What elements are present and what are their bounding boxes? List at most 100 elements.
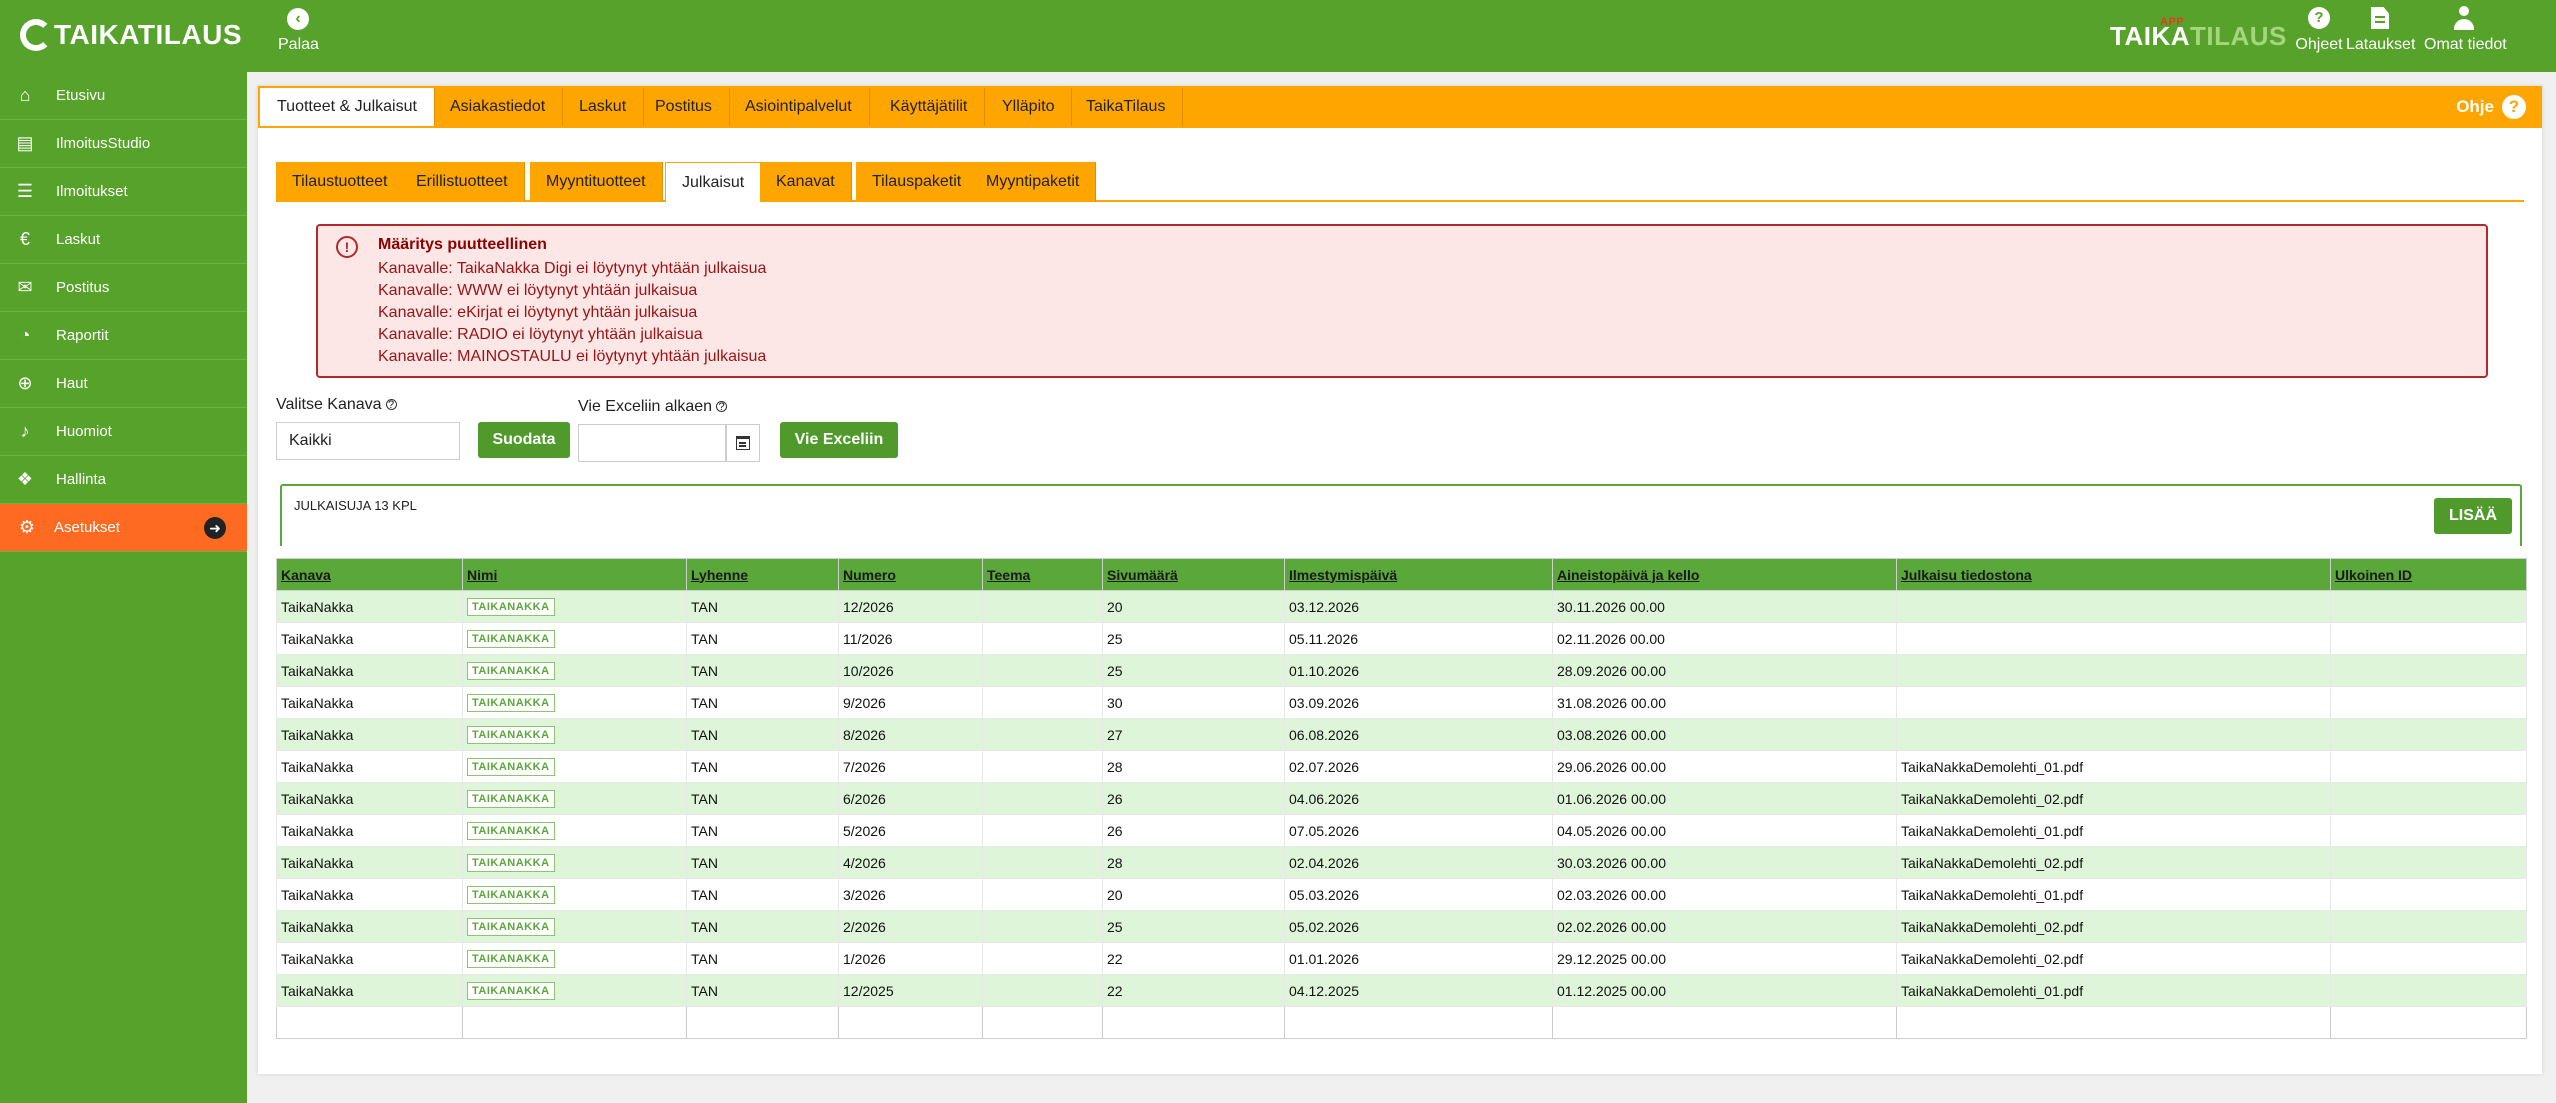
publication-name-tag[interactable]: TAIKANAKKA xyxy=(467,982,555,1000)
back-button[interactable]: ‹ Palaa xyxy=(278,8,319,62)
cell-teema xyxy=(982,942,1103,975)
top-bar: TAIKATILAUS ‹ Palaa APP TAIKA TILAUS ? Oh… xyxy=(0,0,2556,72)
cell-numero: 2/2026 xyxy=(838,910,983,943)
publication-name-tag[interactable]: TAIKANAKKA xyxy=(467,598,555,616)
cell-ilmestymispaiva: 04.12.2025 xyxy=(1284,974,1553,1007)
tab-tuotteet-julkaisut[interactable]: Tuotteet & Julkaisut xyxy=(260,88,435,126)
cell-aineistopaiva: 29.06.2026 00.00 xyxy=(1552,750,1897,783)
sidebar-item-etusivu[interactable]: ⌂ Etusivu xyxy=(0,72,247,120)
cell-kanava: TaikaNakka xyxy=(276,686,463,719)
sidebar-item-asetukset[interactable]: ⚙ Asetukset ➜ xyxy=(0,504,247,552)
table-row[interactable]: TaikaNakka TAIKANAKKA TAN 1/2026 22 01.01.202… xyxy=(276,942,2527,975)
publication-name-tag[interactable]: TAIKANAKKA xyxy=(467,886,555,904)
publication-name-tag[interactable]: TAIKANAKKA xyxy=(467,950,555,968)
arrow-right-icon[interactable]: ➜ xyxy=(204,516,226,539)
tab-kanavat[interactable]: Kanavat xyxy=(760,162,852,202)
cell-sivumaara: 22 xyxy=(1102,974,1285,1007)
cell-aineistopaiva: 31.08.2026 00.00 xyxy=(1552,686,1897,719)
tab-myyntipaketit[interactable]: Myyntipaketit xyxy=(970,162,1097,202)
table-row[interactable]: TaikaNakka TAIKANAKKA TAN 9/2026 30 03.09.202… xyxy=(276,686,2527,719)
column-header-lyhenne[interactable]: Lyhenne xyxy=(686,558,839,591)
app-logo[interactable]: TAIKATILAUS xyxy=(20,14,242,56)
cell-numero: 4/2026 xyxy=(838,846,983,879)
table-row[interactable]: TaikaNakka TAIKANAKKA TAN 5/2026 26 07.05.202… xyxy=(276,814,2527,847)
publication-name-tag[interactable]: TAIKANAKKA xyxy=(467,854,555,872)
column-header-kanava[interactable]: Kanava xyxy=(276,558,463,591)
tab-julkaisut[interactable]: Julkaisut xyxy=(665,162,762,202)
export-excel-button[interactable]: Vie Exceliin xyxy=(780,422,898,458)
tab-asiakastiedot[interactable]: Asiakastiedot xyxy=(433,88,564,126)
table-row[interactable]: TaikaNakka TAIKANAKKA TAN 12/2026 20 03.12.20… xyxy=(276,590,2527,623)
cell-nimi: TAIKANAKKA xyxy=(462,590,687,623)
envelope-icon: ✉ xyxy=(17,277,33,297)
sidebar-item-label: Laskut xyxy=(56,231,101,248)
cell-teema xyxy=(982,878,1103,911)
column-header-ilmestymispaiva[interactable]: Ilmestymispäivä xyxy=(1284,558,1553,591)
profile-nav-button[interactable]: Omat tiedot xyxy=(2424,6,2507,66)
tab-tilauspaketit[interactable]: Tilauspaketit xyxy=(856,162,979,202)
tab-yllapito[interactable]: Ylläpito xyxy=(985,88,1073,126)
help-nav-button[interactable]: ? Ohjeet xyxy=(2294,6,2344,66)
help-button[interactable]: Ohje ? xyxy=(2456,95,2526,119)
sidebar-item-haut[interactable]: ⊕ Haut xyxy=(0,360,247,408)
excel-date-input[interactable] xyxy=(578,424,726,462)
table-row[interactable]: TaikaNakka TAIKANAKKA TAN 3/2026 20 05.03.202… xyxy=(276,878,2527,911)
table-row[interactable]: TaikaNakka TAIKANAKKA TAN 10/2026 25 01.10.20… xyxy=(276,654,2527,687)
table-row[interactable]: TaikaNakka TAIKANAKKA TAN 11/2026 25 05.11.20… xyxy=(276,622,2527,655)
cell-ulkoinen-id xyxy=(2330,942,2527,975)
bell-icon: ♪ xyxy=(20,421,30,441)
column-header-teema[interactable]: Teema xyxy=(982,558,1103,591)
column-header-numero[interactable]: Numero xyxy=(838,558,983,591)
tab-asiointipalvelut[interactable]: Asiointipalvelut xyxy=(728,88,870,126)
filter-button[interactable]: Suodata xyxy=(478,422,570,458)
column-header-aineistopaiva[interactable]: Aineistopäivä ja kello xyxy=(1552,558,1897,591)
publication-name-tag[interactable]: TAIKANAKKA xyxy=(467,630,555,648)
publication-name-tag[interactable]: TAIKANAKKA xyxy=(467,822,555,840)
column-header-ulkoinen-id[interactable]: Ulkoinen ID xyxy=(2330,558,2527,591)
sidebar-item-raportit[interactable]: ◔ Raportit xyxy=(0,312,247,360)
cell-nimi: TAIKANAKKA xyxy=(462,654,687,687)
cell-ulkoinen-id xyxy=(2330,878,2527,911)
table-row[interactable]: TaikaNakka TAIKANAKKA TAN 7/2026 28 02.07.202… xyxy=(276,750,2527,783)
publication-name-tag[interactable]: TAIKANAKKA xyxy=(467,726,555,744)
tab-myyntituotteet[interactable]: Myyntituotteet xyxy=(530,162,663,202)
publication-name-tag[interactable]: TAIKANAKKA xyxy=(467,918,555,936)
empty-cell xyxy=(838,1006,983,1039)
table-row[interactable]: TaikaNakka TAIKANAKKA TAN 12/2025 22 04.12.20… xyxy=(276,974,2527,1007)
table-row[interactable]: TaikaNakka TAIKANAKKA TAN 2/2026 25 05.02.202… xyxy=(276,910,2527,943)
column-header-sivumaara[interactable]: Sivumäärä xyxy=(1102,558,1285,591)
tab-laskut[interactable]: Laskut xyxy=(562,88,645,126)
calendar-button[interactable] xyxy=(726,424,760,462)
empty-cell xyxy=(2330,1006,2527,1039)
sidebar-item-laskut[interactable]: € Laskut xyxy=(0,216,247,264)
logo-icon xyxy=(20,19,52,51)
cell-ulkoinen-id xyxy=(2330,654,2527,687)
table-row[interactable]: TaikaNakka TAIKANAKKA TAN 4/2026 28 02.04.202… xyxy=(276,846,2527,879)
publication-name-tag[interactable]: TAIKANAKKA xyxy=(467,694,555,712)
publication-name-tag[interactable]: TAIKANAKKA xyxy=(467,790,555,808)
publication-name-tag[interactable]: TAIKANAKKA xyxy=(467,662,555,680)
sidebar-item-hallinta[interactable]: ❖ Hallinta xyxy=(0,456,247,504)
column-header-julkaisu-tiedostona[interactable]: Julkaisu tiedostona xyxy=(1896,558,2331,591)
table-row[interactable]: TaikaNakka TAIKANAKKA TAN 6/2026 26 04.06.202… xyxy=(276,782,2527,815)
column-header-nimi[interactable]: Nimi xyxy=(462,558,687,591)
tab-taikatilaus[interactable]: TaikaTilaus xyxy=(1069,88,1184,126)
table-row[interactable]: TaikaNakka TAIKANAKKA TAN 8/2026 27 06.08.202… xyxy=(276,718,2527,751)
main-tab-bar: Tuotteet & Julkaisut Asiakastiedot Lasku… xyxy=(258,86,2542,128)
empty-cell xyxy=(1284,1006,1553,1039)
add-publication-button[interactable]: LISÄÄ xyxy=(2434,498,2512,534)
cubes-icon: ❖ xyxy=(16,469,34,489)
sidebar-item-ilmoitusstudio[interactable]: ▤ IlmoitusStudio xyxy=(0,120,247,168)
cell-julkaisu-tiedostona xyxy=(1896,686,2331,719)
tab-erillistuotteet[interactable]: Erillistuotteet xyxy=(400,162,525,202)
sidebar-item-huomiot[interactable]: ♪ Huomiot xyxy=(0,408,247,456)
sidebar-item-postitus[interactable]: ✉ Postitus xyxy=(0,264,247,312)
publication-name-tag[interactable]: TAIKANAKKA xyxy=(467,758,555,776)
tab-tilaustuotteet[interactable]: Tilaustuotteet xyxy=(276,162,405,202)
downloads-nav-button[interactable]: Lataukset xyxy=(2346,6,2415,66)
tab-postitus[interactable]: Postitus xyxy=(638,88,730,126)
tab-kayttajatilit[interactable]: Käyttäjätilit xyxy=(873,88,986,126)
sidebar-item-ilmoitukset[interactable]: ☰ Ilmoitukset xyxy=(0,168,247,216)
channel-select[interactable]: Kaikki xyxy=(276,422,460,460)
brand-hat: APP xyxy=(2160,16,2185,28)
